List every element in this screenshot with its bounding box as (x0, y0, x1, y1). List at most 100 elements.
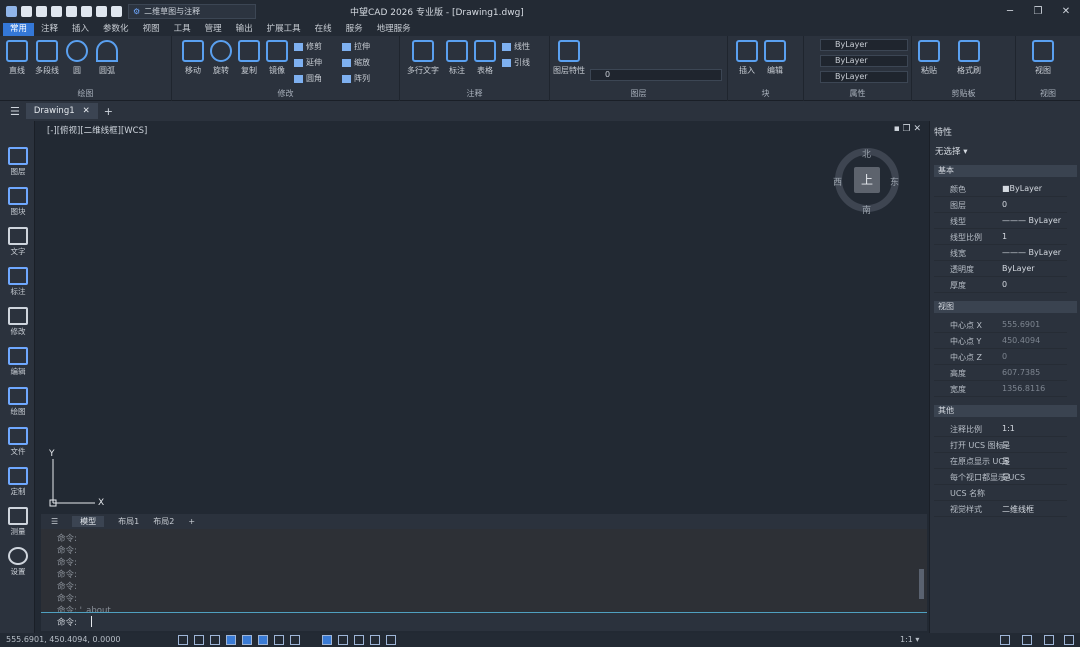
fillet-button[interactable]: 圆角 (294, 73, 322, 84)
section-view[interactable]: 视图 (934, 301, 1077, 313)
tab-layout1[interactable]: 布局1 (118, 516, 139, 527)
section-other[interactable]: 其他 (934, 405, 1077, 417)
print-icon[interactable] (81, 5, 92, 17)
layout-menu-icon[interactable]: ☰ (51, 517, 58, 526)
mirror-button[interactable]: 镜像 (262, 36, 292, 76)
drawing-canvas[interactable]: [-][俯视][二维线框][WCS] ▪ ❐ ✕ 上 北 南 东 西 Y X (41, 121, 927, 514)
prop-row[interactable]: 注释比例 1:1 (934, 421, 1067, 437)
table-button[interactable]: 表格 (470, 36, 500, 76)
rotate-button[interactable]: 旋转 (206, 36, 236, 76)
view-cube-top[interactable]: 上 (854, 167, 880, 193)
add-layout-icon[interactable]: + (188, 517, 195, 526)
tab-view[interactable]: 视图 (136, 23, 167, 36)
workspace-switch-icon[interactable] (1000, 635, 1010, 645)
command-scrollbar[interactable] (919, 569, 924, 599)
prop-row[interactable]: 中心点 X 555.6901 (934, 317, 1067, 333)
move-button[interactable]: 移动 (178, 36, 208, 76)
dyn-toggle-icon[interactable] (290, 635, 300, 645)
view-manager-button[interactable]: 视图 (1028, 36, 1058, 76)
prop-row[interactable]: 打开 UCS 图标是 (934, 437, 1067, 453)
stretch-button[interactable]: 拉伸 (342, 41, 370, 52)
insert-button[interactable]: 插入 (732, 36, 762, 76)
color-dropdown[interactable]: ByLayer (820, 39, 908, 51)
settings-tool[interactable]: 设置 (4, 547, 32, 577)
lineweight-toggle-icon[interactable] (322, 635, 332, 645)
prop-row[interactable]: 在原点显示 UCS 是 (934, 453, 1067, 469)
tab-model[interactable]: 模型 (72, 516, 105, 527)
tab-home[interactable]: 常用 (3, 23, 35, 36)
prop-row[interactable]: 线宽 ——— ByLayer (934, 245, 1067, 261)
redo-icon[interactable] (111, 5, 122, 17)
compass-east[interactable]: 东 (890, 175, 899, 188)
tab-geo[interactable]: 地理服务 (370, 23, 418, 36)
minimize-icon[interactable]: ─ (996, 0, 1024, 22)
close-tab-icon[interactable]: ✕ (83, 103, 90, 119)
trim-button[interactable]: 修剪 (294, 41, 322, 52)
tab-annotate[interactable]: 注释 (34, 23, 65, 36)
tab-insert[interactable]: 插入 (65, 23, 96, 36)
scale-button[interactable]: 缩放 (342, 57, 370, 68)
tab-tools[interactable]: 工具 (167, 23, 198, 36)
doc-tab-drawing1[interactable]: Drawing1 ✕ (25, 103, 98, 119)
snap-toggle-icon[interactable] (194, 635, 204, 645)
text-tool[interactable]: 文字 (4, 227, 32, 257)
tab-online[interactable]: 在线 (308, 23, 339, 36)
prop-row[interactable]: 线型 ——— ByLayer (934, 213, 1067, 229)
tab-layout2[interactable]: 布局2 (153, 516, 174, 527)
prop-row[interactable]: 高度 607.7385 (934, 365, 1067, 381)
dimension-button[interactable]: 标注 (442, 36, 472, 76)
compass-west[interactable]: 西 (833, 175, 842, 188)
file-tool[interactable]: 文件 (4, 427, 32, 457)
polar-toggle-icon[interactable] (226, 635, 236, 645)
close-icon[interactable]: ✕ (1052, 0, 1080, 22)
compass-north[interactable]: 北 (862, 147, 871, 160)
grid-toggle-icon[interactable] (178, 635, 188, 645)
prop-row[interactable]: 中心点 Y 450.4094 (934, 333, 1067, 349)
polyline-button[interactable]: 多段线 (32, 36, 62, 76)
annotate-panel-label[interactable]: 注释 (400, 88, 549, 99)
edit-tool[interactable]: 编辑 (4, 347, 32, 377)
leader-button[interactable]: 引线 (502, 57, 530, 68)
modify-panel-label[interactable]: 修改 (172, 88, 399, 99)
block-tool[interactable]: 图块 (4, 187, 32, 217)
linear-button[interactable]: 线性 (502, 41, 530, 52)
lock-icon[interactable] (1022, 635, 1032, 645)
prop-row[interactable]: 颜色 ■ByLayer (934, 181, 1067, 197)
menu-icon[interactable]: ☰ (10, 105, 20, 118)
modify-tool[interactable]: 修改 (4, 307, 32, 337)
transparency-toggle-icon[interactable] (338, 635, 348, 645)
undo-icon[interactable] (96, 5, 107, 17)
annotation-monitor-icon[interactable] (386, 635, 396, 645)
prop-row[interactable]: 厚度 0 (934, 277, 1067, 293)
copy-button[interactable]: 复制 (234, 36, 264, 76)
customize-tool[interactable]: 定制 (4, 467, 32, 497)
prop-row[interactable]: 线型比例 1 (934, 229, 1067, 245)
prop-row[interactable]: 视觉样式 二维线框 (934, 501, 1067, 517)
mtext-button[interactable]: 多行文字 (406, 36, 440, 76)
prop-row[interactable]: 中心点 Z 0 (934, 349, 1067, 365)
prop-row[interactable]: 透明度 ByLayer (934, 261, 1067, 277)
clipboard-panel-label[interactable]: 剪贴板 (912, 88, 1015, 99)
open-file-icon[interactable] (36, 5, 47, 17)
lineweight-dropdown[interactable]: ByLayer (820, 55, 908, 67)
tab-extension[interactable]: 扩展工具 (260, 23, 308, 36)
measure-tool[interactable]: 测量 (4, 507, 32, 537)
tab-manage[interactable]: 管理 (198, 23, 229, 36)
viewport-window-controls[interactable]: ▪ ❐ ✕ (894, 124, 921, 134)
customize-status-icon[interactable] (1064, 635, 1074, 645)
prop-row[interactable]: 宽度 1356.8116 (934, 381, 1067, 397)
prop-row[interactable]: UCS 名称 (934, 485, 1067, 501)
view-panel-label[interactable]: 视图 (1016, 88, 1080, 99)
workspace-dropdown[interactable]: ⚙ 二维草图与注释 (128, 3, 256, 19)
save-icon[interactable] (51, 5, 62, 17)
edit-block-button[interactable]: 编辑 (760, 36, 790, 76)
section-basic[interactable]: 基本 (934, 165, 1077, 177)
restore-icon[interactable]: ❐ (1024, 0, 1052, 22)
command-input[interactable]: 命令: (41, 612, 927, 631)
otrack-toggle-icon[interactable] (258, 635, 268, 645)
line-button[interactable]: 直线 (2, 36, 32, 76)
layer-tool[interactable]: 图层 (4, 147, 32, 177)
prop-row[interactable]: 图层 0 (934, 197, 1067, 213)
layer-dropdown[interactable]: 0 (590, 69, 722, 81)
prop-row[interactable]: 每个视口都显示 UCS 是 (934, 469, 1067, 485)
